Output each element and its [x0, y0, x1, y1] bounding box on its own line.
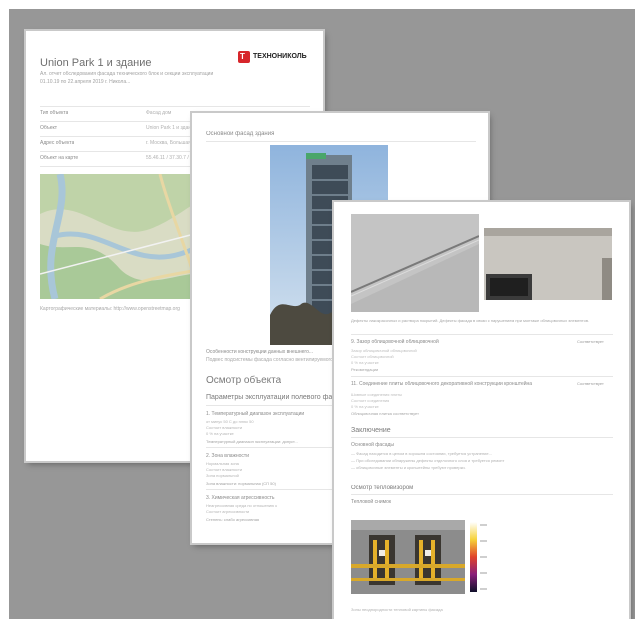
param-title: 1. Температурный диапазон эксплуатации	[206, 411, 305, 417]
thermal-subheading: Тепловой снимок	[351, 499, 392, 505]
facade-closeup-photo-2	[484, 228, 612, 300]
param-line: Степень: слабо агрессивная	[206, 517, 260, 522]
facade-closeup-photo-1	[351, 214, 479, 312]
check-line: Зазор облицовочной облицовочной	[351, 348, 417, 353]
param-line: от минус 50 С до плюс 50	[206, 419, 254, 424]
param-title: 2. Зона влажности	[206, 453, 250, 459]
table-key: Объект	[40, 125, 58, 131]
conclusion-line: — При обследовании обнаружены дефекты от…	[351, 458, 505, 463]
param-line: 0 % на участке	[206, 431, 234, 436]
param-line: Состоит влажности	[206, 467, 243, 472]
conclusion-line: — облицовочные элементы и кронштейны тре…	[351, 465, 466, 470]
check-line: Шовные соединения плиты	[351, 392, 403, 397]
report-page-3[interactable]: Дефекты лакокрасочных и раствора покрыти…	[334, 202, 629, 619]
check-line: Состоит облицовочной	[351, 354, 394, 359]
brand-name: ТЕХНОНИКОЛЬ	[253, 53, 307, 60]
param-line: Температурный диапазон эксплуатации: доп…	[206, 439, 298, 444]
check-line: Состоит соединения	[351, 398, 390, 403]
conclusion-line: — Фасад находится в целом в хорошем сост…	[351, 451, 492, 456]
param-line: Неагрессивная среда по отношению к	[206, 503, 277, 508]
param-line: Состоит агрессивности	[206, 509, 250, 514]
param-line: Зона нормальной	[206, 473, 239, 478]
thermal-image	[351, 520, 465, 594]
param-line: Зона влажности: нормальная (СП 50)	[206, 481, 276, 486]
conclusion-heading: Заключение	[351, 427, 391, 434]
check-item-title: 11. Соединение плиты облицовочного декор…	[351, 381, 533, 387]
table-value: Union Park 1 и здание	[146, 125, 197, 131]
photo-caption: Дефекты лакокрасочных и раствора покрыти…	[351, 318, 590, 323]
section-heading: Осмотр объекта	[206, 375, 282, 386]
document-stack: Union Park 1 и здание Ал. отчет обследов…	[9, 9, 635, 619]
check-status-badge: Соответствует	[577, 339, 604, 344]
param-title: 3. Химическая агрессивность	[206, 495, 275, 501]
check-line: 0 % на участке	[351, 404, 379, 409]
param-line: Состоит влажности	[206, 425, 243, 430]
table-key: Объект на карте	[40, 155, 79, 161]
conclusion-subheading: Основной фасады	[351, 442, 394, 448]
check-line: Рекомендации	[351, 367, 379, 372]
thermal-heading: Осмотр тепловизором	[351, 485, 414, 491]
check-status-badge: Соответствует	[577, 381, 604, 386]
table-value: Фасад дом	[146, 110, 172, 116]
param-line: Нормальная зона	[206, 461, 239, 466]
brand-logo-icon: Т	[238, 51, 250, 63]
photo-label: Основной фасад здания	[206, 131, 275, 137]
table-key: Адрес объекта	[40, 140, 75, 146]
subsection-heading: Параметры эксплуатации полевого фа...	[206, 394, 339, 401]
check-item-title: 9. Зазор облицовочной облицовочной	[351, 339, 439, 345]
page-subtitle: Ал. отчет обследования фасада техническо…	[40, 71, 214, 77]
check-line: Облицовочная плитка соответствует	[351, 411, 419, 416]
thermal-color-scale	[470, 522, 487, 592]
page-subtitle-2: 01.10.19 по 22.апреля 2019 г. Никола...	[40, 79, 131, 85]
page-title: Union Park 1 и здание	[40, 57, 152, 69]
thermal-note: Зоны неоднородности тепловой картины фас…	[351, 607, 443, 612]
check-line: 0 % на участке	[351, 360, 379, 365]
table-key: Тип объекта	[40, 110, 69, 116]
